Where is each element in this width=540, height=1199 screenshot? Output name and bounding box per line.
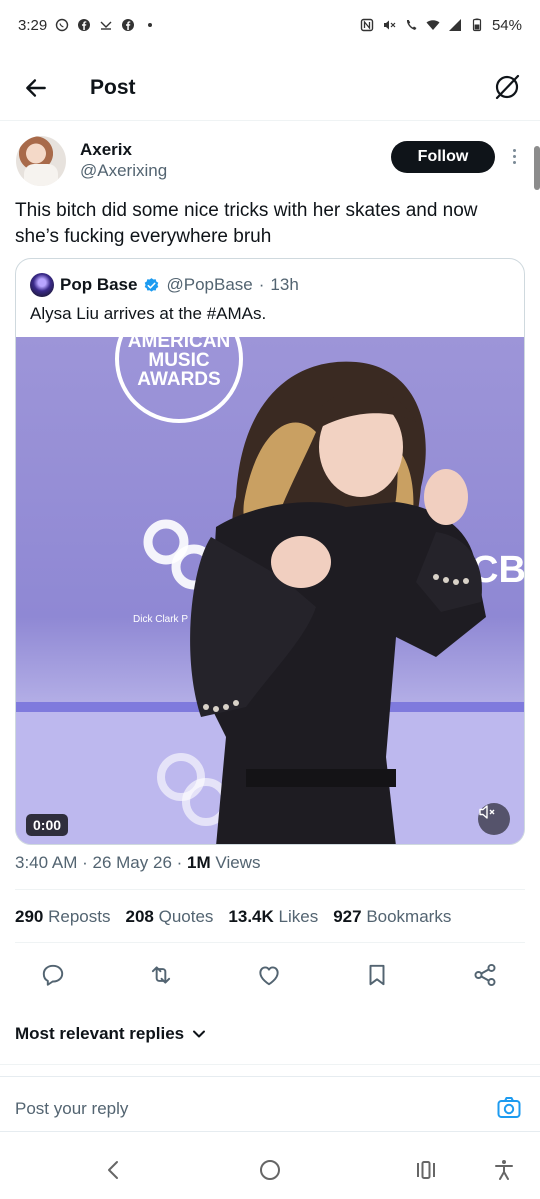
stats-divider — [15, 942, 525, 943]
battery-level: 54% — [491, 16, 522, 34]
reply-input[interactable]: Post your reply — [15, 1099, 128, 1119]
views-label: Views — [215, 853, 261, 872]
meta-divider — [15, 889, 525, 890]
video-duration: 0:00 — [26, 814, 69, 836]
camera-icon[interactable] — [496, 1095, 522, 1121]
app-header: Post — [0, 58, 540, 118]
verified-badge-icon — [145, 277, 159, 292]
stat-bookmarks[interactable]: 927 Bookmarks — [333, 907, 451, 927]
sort-divider — [0, 1064, 540, 1065]
post-actions — [0, 960, 540, 992]
more-options-icon[interactable] — [506, 144, 522, 168]
sort-label: Most relevant replies — [15, 1024, 185, 1043]
header-divider — [0, 120, 540, 121]
post-date: 26 May 26 — [92, 853, 172, 872]
share-icon[interactable] — [470, 960, 500, 990]
replies-sort-dropdown[interactable]: Most relevant replies — [15, 1024, 206, 1044]
author-handle[interactable]: @Axerixing — [80, 161, 167, 181]
stat-reposts[interactable]: 290 Reposts — [15, 907, 110, 927]
scrollbar[interactable] — [534, 146, 540, 190]
wifi-call-icon — [404, 18, 418, 32]
nfc-icon — [360, 18, 374, 32]
repost-icon[interactable] — [146, 960, 176, 990]
call-missed-icon — [99, 18, 113, 32]
reply-composer[interactable]: Post your reply — [0, 1076, 540, 1132]
status-right: 54% — [360, 17, 522, 34]
battery-icon — [470, 18, 484, 32]
whatsapp-icon — [55, 18, 69, 32]
signal-icon — [448, 18, 462, 32]
logo-line3: AWARDS — [137, 369, 220, 390]
quoted-post-header: Pop Base @PopBase · 13h — [30, 273, 299, 297]
quoted-post[interactable]: Pop Base @PopBase · 13h Alysa Liu arrive… — [15, 258, 525, 845]
avatar[interactable] — [16, 136, 66, 186]
clock: 3:29 — [18, 16, 48, 34]
quoted-text: Alysa Liu arrives at the #AMAs. — [30, 304, 267, 323]
system-nav-bar — [0, 1140, 540, 1199]
quoted-avatar[interactable] — [30, 273, 54, 297]
backdrop-text: Dick Clark P — [133, 614, 188, 625]
video-player[interactable]: AMERICAN MUSIC AWARDS Dick Clark P CB 0:… — [16, 337, 524, 844]
accessibility-icon[interactable] — [490, 1156, 518, 1184]
facebook-icon-2 — [121, 18, 135, 32]
post-time: 3:40 AM — [15, 853, 78, 872]
quoted-name[interactable]: Pop Base — [60, 275, 137, 295]
video-frame: AMERICAN MUSIC AWARDS Dick Clark P CB — [16, 337, 524, 844]
post-text: This bitch did some nice tricks with her… — [15, 200, 478, 247]
quoted-timestamp: 13h — [270, 275, 299, 294]
like-icon[interactable] — [254, 960, 284, 990]
post-meta: 3:40 AM · 26 May 26 · 1M Views — [15, 853, 260, 873]
separator-dot: · — [176, 853, 183, 872]
status-left: 3:29 — [18, 17, 157, 34]
grok-icon[interactable] — [492, 72, 522, 102]
bookmark-icon[interactable] — [362, 960, 392, 990]
logo-line2: MUSIC — [148, 350, 210, 371]
reply-icon[interactable] — [38, 960, 68, 990]
page-title: Post — [90, 76, 136, 99]
quoted-handle[interactable]: @PopBase — [166, 275, 252, 295]
back-arrow-icon[interactable] — [20, 72, 52, 104]
post-author: Axerix @Axerixing Follow — [16, 136, 526, 188]
follow-button[interactable]: Follow — [391, 141, 495, 173]
author-name[interactable]: Axerix — [80, 140, 132, 160]
mute-icon[interactable] — [478, 803, 510, 835]
separator-dot: · — [82, 853, 88, 872]
stat-quotes[interactable]: 208 Quotes — [125, 907, 213, 927]
views-count: 1M — [187, 853, 211, 872]
nav-recents-icon[interactable] — [412, 1156, 440, 1184]
nav-back-icon[interactable] — [100, 1156, 128, 1184]
stat-likes[interactable]: 13.4K Likes — [228, 907, 318, 927]
status-bar: 3:29 54% — [0, 0, 540, 50]
separator-dot: · — [258, 275, 265, 294]
wifi-icon — [426, 18, 440, 32]
nav-home-icon[interactable] — [256, 1156, 284, 1184]
dot-icon — [143, 18, 157, 32]
chevron-down-icon — [193, 1030, 206, 1038]
facebook-icon — [77, 18, 91, 32]
mute-status-icon — [382, 18, 396, 32]
engagement-stats: 290 Reposts 208 Quotes 13.4K Likes 927 B… — [15, 907, 451, 927]
